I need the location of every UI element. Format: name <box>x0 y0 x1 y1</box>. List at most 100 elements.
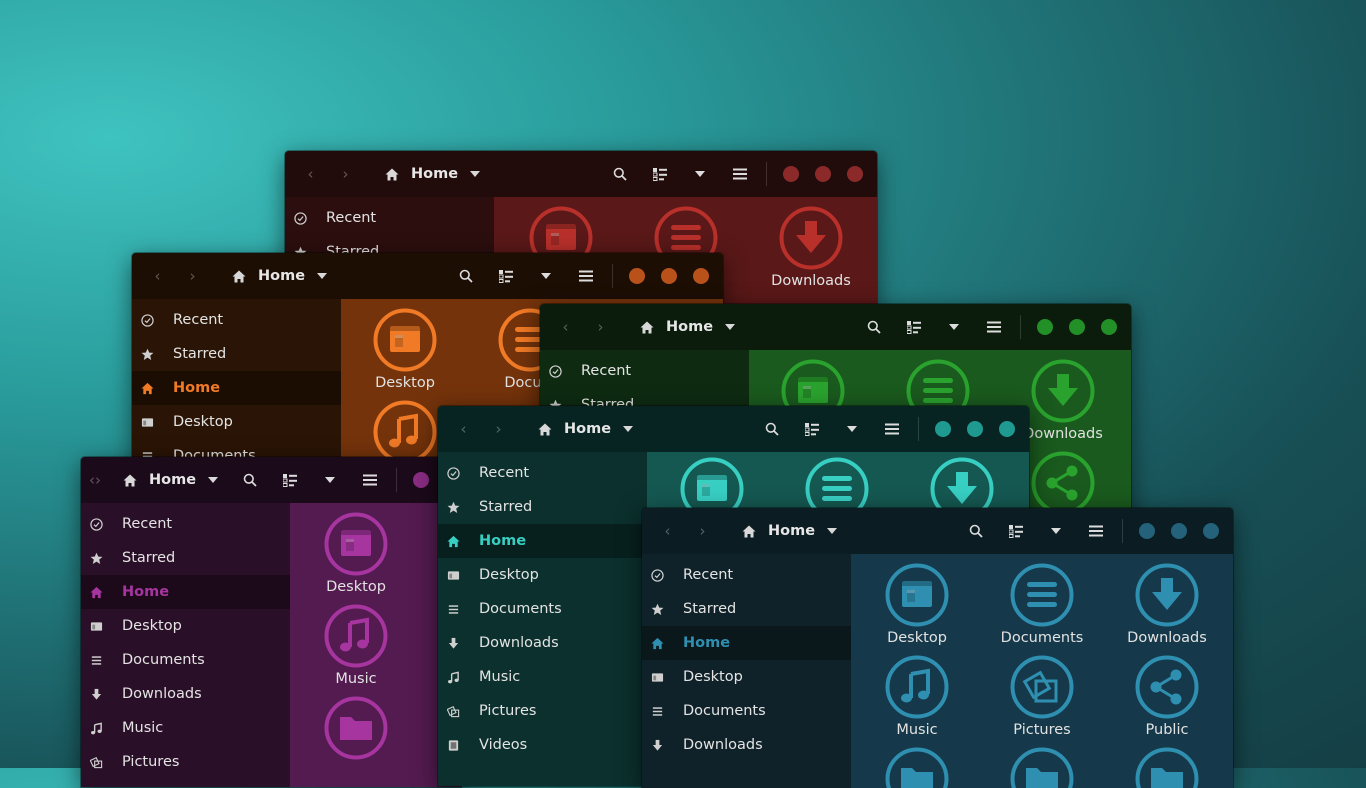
sidebar-item-videos[interactable]: Videos <box>438 728 647 762</box>
minimize-button[interactable] <box>629 268 645 284</box>
forward-button[interactable]: › <box>583 304 618 350</box>
sidebar-item-documents[interactable]: Documents <box>642 694 851 728</box>
back-button[interactable]: ‹ <box>650 508 685 554</box>
folder-tile-folder[interactable] <box>982 746 1102 788</box>
sidebar-item-home[interactable]: Home <box>81 575 290 609</box>
search-button[interactable] <box>956 508 996 554</box>
forward-button[interactable]: › <box>481 406 516 452</box>
search-button[interactable] <box>446 253 486 299</box>
location-button[interactable]: Home <box>640 304 747 350</box>
sidebar-item-recent[interactable]: Recent <box>642 558 851 592</box>
view-mode-button[interactable] <box>792 406 832 452</box>
view-mode-button[interactable] <box>270 457 310 503</box>
location-button[interactable]: Home <box>385 151 492 197</box>
sidebar-item-pictures[interactable]: Pictures <box>81 745 290 779</box>
view-mode-button[interactable] <box>640 151 680 197</box>
location-button[interactable]: Home <box>123 457 230 503</box>
sidebar-item-music[interactable]: Music <box>81 711 290 745</box>
view-options-button[interactable] <box>526 253 566 299</box>
forward-button[interactable]: › <box>95 457 101 503</box>
sidebar-item-downloads[interactable]: Downloads <box>642 728 851 762</box>
folder-tile-downloads[interactable]: Downloads <box>751 205 871 289</box>
maximize-button[interactable] <box>967 421 983 437</box>
forward-button[interactable]: › <box>685 508 720 554</box>
close-button[interactable] <box>1203 523 1219 539</box>
back-button[interactable]: ‹ <box>293 151 328 197</box>
location-button[interactable]: Home <box>538 406 645 452</box>
sidebar-item-music[interactable]: Music <box>438 660 647 694</box>
forward-button[interactable]: › <box>175 253 210 299</box>
close-button[interactable] <box>847 166 863 182</box>
file-manager-window-purple[interactable]: ‹›HomeRecentStarredHomeDesktopDocumentsD… <box>81 457 461 787</box>
maximize-button[interactable] <box>661 268 677 284</box>
maximize-button[interactable] <box>1069 319 1085 335</box>
view-mode-button[interactable] <box>996 508 1036 554</box>
folder-tile-pictures[interactable]: Pictures <box>982 654 1102 738</box>
minimize-button[interactable] <box>1139 523 1155 539</box>
folder-tile-documents[interactable]: Documents <box>982 562 1102 646</box>
sidebar-item-recent[interactable]: Recent <box>132 303 341 337</box>
folder-tile-music[interactable]: Music <box>296 603 416 687</box>
sidebar-item-recent[interactable]: Recent <box>540 354 749 388</box>
folder-tile-public[interactable]: Public <box>1107 654 1227 738</box>
folder-tile-downloads[interactable]: Downloads <box>1107 562 1227 646</box>
back-button[interactable]: ‹ <box>140 253 175 299</box>
search-button[interactable] <box>752 406 792 452</box>
back-button[interactable]: ‹ <box>548 304 583 350</box>
close-button[interactable] <box>999 421 1015 437</box>
location-button[interactable]: Home <box>742 508 849 554</box>
menu-button[interactable] <box>350 457 390 503</box>
sidebar-item-recent[interactable]: Recent <box>438 456 647 490</box>
close-button[interactable] <box>693 268 709 284</box>
sidebar-item-starred[interactable]: Starred <box>642 592 851 626</box>
location-button[interactable]: Home <box>232 253 339 299</box>
forward-button[interactable]: › <box>328 151 363 197</box>
search-button[interactable] <box>230 457 270 503</box>
menu-button[interactable] <box>720 151 760 197</box>
view-mode-button[interactable] <box>894 304 934 350</box>
sidebar-item-documents[interactable]: Documents <box>438 592 647 626</box>
sidebar-item-starred[interactable]: Starred <box>132 337 341 371</box>
folder-tile-desktop[interactable]: Desktop <box>296 511 416 595</box>
menu-button[interactable] <box>1076 508 1116 554</box>
menu-button[interactable] <box>974 304 1014 350</box>
folder-tile-folder[interactable] <box>1107 746 1227 788</box>
folder-tile-folder[interactable] <box>857 746 977 788</box>
search-button[interactable] <box>600 151 640 197</box>
folder-tile-folder[interactable] <box>296 695 416 763</box>
sidebar-item-recent[interactable]: Recent <box>285 201 494 235</box>
sidebar-item-home[interactable]: Home <box>438 524 647 558</box>
minimize-button[interactable] <box>783 166 799 182</box>
sidebar-item-documents[interactable]: Documents <box>81 643 290 677</box>
maximize-button[interactable] <box>1171 523 1187 539</box>
view-options-button[interactable] <box>310 457 350 503</box>
sidebar-item-downloads[interactable]: Downloads <box>438 626 647 660</box>
minimize-button[interactable] <box>413 472 429 488</box>
folder-tile-music[interactable]: Music <box>857 654 977 738</box>
menu-button[interactable] <box>872 406 912 452</box>
sidebar-item-desktop[interactable]: Desktop <box>438 558 647 592</box>
folder-tile-desktop[interactable]: Desktop <box>857 562 977 646</box>
file-manager-window-blue[interactable]: ‹›HomeRecentStarredHomeDesktopDocumentsD… <box>642 508 1233 788</box>
close-button[interactable] <box>1101 319 1117 335</box>
view-options-button[interactable] <box>832 406 872 452</box>
sidebar-item-desktop[interactable]: Desktop <box>642 660 851 694</box>
view-mode-button[interactable] <box>486 253 526 299</box>
sidebar-item-starred[interactable]: Starred <box>81 541 290 575</box>
minimize-button[interactable] <box>1037 319 1053 335</box>
sidebar-item-recent[interactable]: Recent <box>81 507 290 541</box>
sidebar-item-home[interactable]: Home <box>642 626 851 660</box>
view-options-button[interactable] <box>680 151 720 197</box>
sidebar-item-downloads[interactable]: Downloads <box>81 677 290 711</box>
view-options-button[interactable] <box>1036 508 1076 554</box>
maximize-button[interactable] <box>815 166 831 182</box>
back-button[interactable]: ‹ <box>446 406 481 452</box>
minimize-button[interactable] <box>935 421 951 437</box>
sidebar-item-desktop[interactable]: Desktop <box>81 609 290 643</box>
search-button[interactable] <box>854 304 894 350</box>
sidebar-item-desktop[interactable]: Desktop <box>132 405 341 439</box>
sidebar-item-home[interactable]: Home <box>132 371 341 405</box>
sidebar-item-starred[interactable]: Starred <box>438 490 647 524</box>
folder-tile-desktop[interactable]: Desktop <box>345 307 465 391</box>
menu-button[interactable] <box>566 253 606 299</box>
